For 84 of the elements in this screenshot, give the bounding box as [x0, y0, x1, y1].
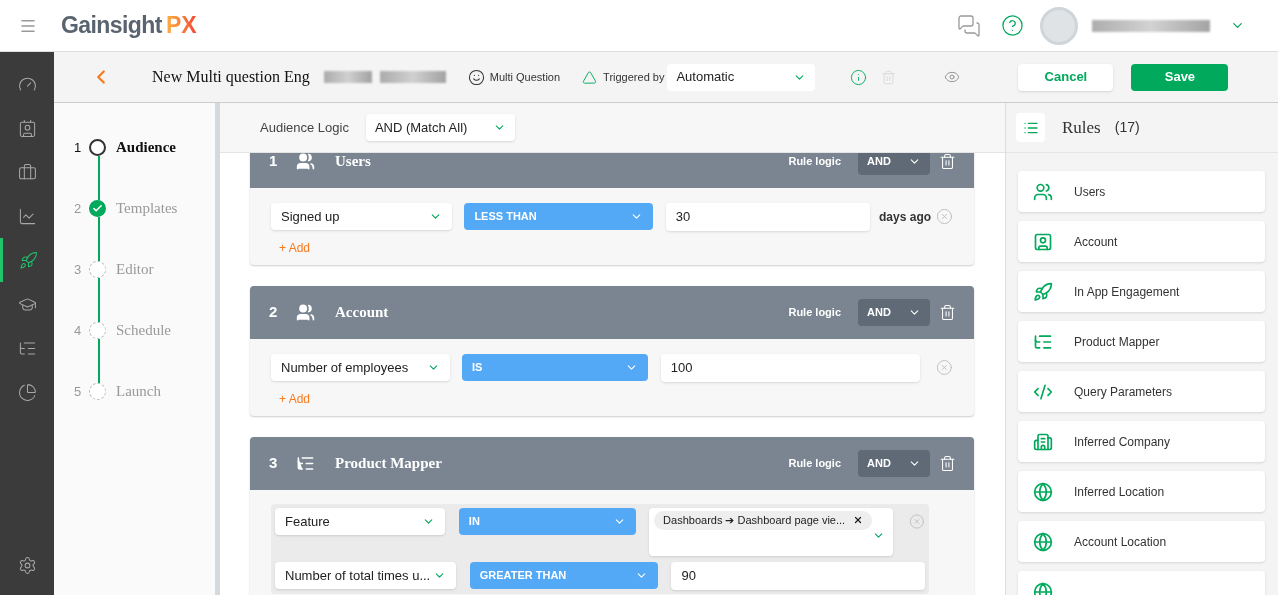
- building-icon: [1033, 431, 1053, 452]
- globe-icon: [1033, 481, 1053, 502]
- remove-tag-icon[interactable]: [853, 515, 864, 526]
- blurred-text: [323, 71, 372, 83]
- tags-field[interactable]: Dashboards ➔ Dashboard page vie...: [649, 508, 894, 556]
- rules-title: Rules: [1062, 116, 1101, 139]
- rule-type-label: Account: [1074, 233, 1118, 251]
- rule-logic-label: Rule logic: [788, 305, 841, 321]
- avatar[interactable]: [1040, 6, 1078, 45]
- tag-chip: Dashboards ➔ Dashboard page vie...: [654, 511, 873, 530]
- audience-logic-select[interactable]: AND (Match All): [365, 114, 515, 141]
- rule-type-label: Account Location: [1074, 533, 1167, 551]
- delete-icon[interactable]: [939, 153, 956, 170]
- badge-icon: [1033, 231, 1053, 252]
- rule-type-card[interactable]: Inferred Location: [1018, 471, 1265, 512]
- rule-type-label: Query Parameters: [1074, 383, 1173, 401]
- trigger-select[interactable]: Automatic: [667, 63, 816, 91]
- step-number: 1: [74, 138, 83, 157]
- blurred-text: [379, 71, 446, 83]
- globe-icon: [1033, 531, 1053, 552]
- rule-type-card[interactable]: Inferred Company: [1018, 421, 1265, 462]
- value-field[interactable]: 100: [660, 354, 921, 382]
- step-number: 2: [74, 199, 83, 218]
- group-title: Users: [335, 153, 371, 172]
- briefcase-icon: [17, 162, 37, 182]
- rule-logic-select[interactable]: AND: [858, 299, 930, 326]
- rules-count: (17): [1114, 118, 1140, 137]
- audience-logic-label: Audience Logic: [260, 118, 349, 137]
- rule-type-card[interactable]: Account Location: [1018, 521, 1265, 562]
- value-field[interactable]: 30: [665, 203, 871, 231]
- group-title: Account: [335, 303, 389, 323]
- type-label: Multi Question: [489, 69, 561, 85]
- rocket-icon: [19, 250, 38, 270]
- users-icon: [296, 303, 315, 322]
- step-number: 4: [74, 321, 83, 340]
- remove-row-icon[interactable]: [936, 359, 953, 376]
- list-tree-icon: [296, 454, 315, 473]
- rules-list-button[interactable]: [1016, 113, 1045, 142]
- rule-logic-label: Rule logic: [788, 154, 841, 170]
- remove-row-icon[interactable]: [936, 208, 953, 225]
- line-chart-icon: [17, 206, 37, 226]
- rule-type-card[interactable]: In App Engagement: [1018, 271, 1265, 312]
- preview-icon[interactable]: [944, 69, 961, 85]
- rule-type-label: Product Mapper: [1074, 333, 1160, 351]
- group-number: 2: [269, 302, 279, 323]
- trigger-label: Triggered by: [603, 69, 665, 85]
- rule-logic-label: Rule logic: [788, 456, 841, 472]
- pie-chart-icon: [17, 382, 37, 402]
- group-number: 3: [269, 453, 279, 474]
- rule-type-card[interactable]: Account: [1018, 221, 1265, 262]
- step-number: 3: [74, 260, 83, 279]
- rule-logic-select[interactable]: AND: [858, 450, 930, 477]
- step-number: 5: [74, 382, 83, 401]
- group-number: 1: [269, 153, 279, 172]
- chat-icon[interactable]: [957, 13, 981, 38]
- group-title: Product Mapper: [335, 454, 442, 474]
- help-icon[interactable]: [1001, 14, 1024, 37]
- rule-type-card[interactable]: Users: [1018, 171, 1265, 212]
- step-label[interactable]: Audience: [116, 136, 176, 159]
- rule-type-card[interactable]: Product Mapper: [1018, 321, 1265, 362]
- rule-type-label: Inferred Company: [1074, 433, 1171, 451]
- contact-card-icon: [17, 118, 37, 138]
- rule-type-card[interactable]: Query Parameters: [1018, 371, 1265, 412]
- smiley-icon: [467, 68, 485, 86]
- delete-icon[interactable]: [939, 455, 956, 472]
- rule-type-label: Inferred Location: [1074, 483, 1165, 501]
- attribute-select[interactable]: Signed up: [271, 203, 453, 230]
- unit-label: days ago: [879, 209, 932, 226]
- rule-logic-select[interactable]: AND: [858, 153, 930, 175]
- settings-icon[interactable]: [17, 556, 37, 575]
- rule-type-label: In App Engagement: [1074, 283, 1180, 301]
- value-field[interactable]: 90: [671, 562, 925, 590]
- attribute-select[interactable]: Feature: [275, 508, 445, 535]
- rule-type-label: Users: [1074, 183, 1106, 201]
- triangle-icon: [582, 69, 598, 85]
- attribute-select[interactable]: Number of total times u...: [275, 562, 456, 589]
- attribute-select[interactable]: Number of employees: [271, 354, 450, 381]
- delete-icon[interactable]: [939, 304, 956, 321]
- engagement-title: New Multi question Eng: [152, 67, 310, 88]
- globe-icon: [1033, 581, 1053, 595]
- logo-wordmark: Gainsight: [61, 11, 162, 41]
- info-icon[interactable]: [850, 68, 868, 86]
- rocket-icon: [1033, 281, 1053, 302]
- users-icon: [1033, 181, 1053, 202]
